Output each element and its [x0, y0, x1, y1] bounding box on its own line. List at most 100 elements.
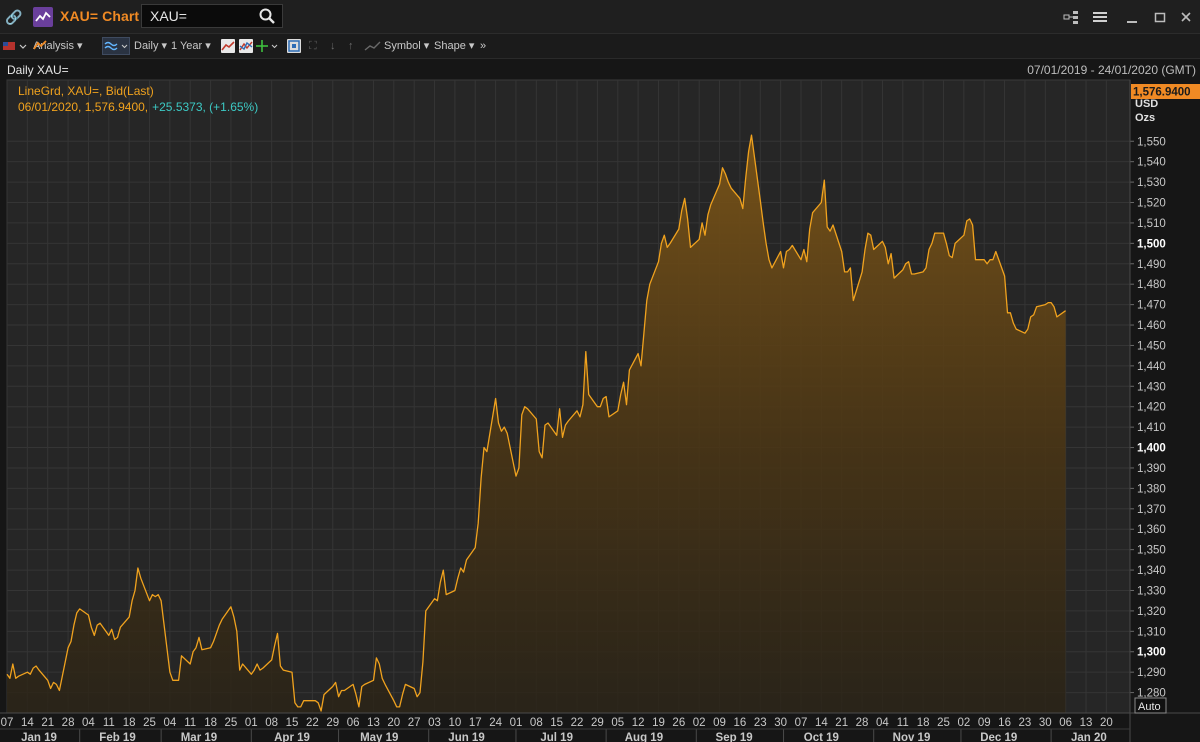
y-tick-label: 1,550	[1137, 136, 1166, 148]
y-tick-label: 1,540	[1137, 157, 1166, 169]
y-tick-label: 1,380	[1137, 483, 1166, 495]
x-tick-label: 13	[1080, 717, 1093, 729]
x-tick-label: 21	[835, 717, 848, 729]
x-tick-label: 16	[998, 717, 1011, 729]
x-tick-label: 11	[184, 717, 196, 729]
month-label: Feb 19	[99, 732, 135, 742]
month-label: May 19	[360, 732, 398, 742]
month-label: Oct 19	[804, 732, 839, 742]
x-tick-label: 07	[795, 717, 808, 729]
x-tick-label: 22	[571, 717, 584, 729]
x-tick-label: 30	[1039, 717, 1052, 729]
month-label: Jun 19	[448, 732, 484, 742]
x-tick-label: 18	[204, 717, 217, 729]
y-tick-label: 1,360	[1137, 524, 1166, 536]
x-tick-label: 25	[143, 717, 156, 729]
y-tick-label: 1,330	[1137, 585, 1166, 597]
legend-values: 06/01/2020, 1,576.9400, +25.5373, (+1.65%…	[18, 100, 258, 114]
x-tick-label: 16	[734, 717, 747, 729]
y-tick-label: 1,510	[1137, 218, 1166, 230]
x-tick-label: 06	[1059, 717, 1072, 729]
x-tick-label: 20	[1100, 717, 1113, 729]
legend-series-label: LineGrd, XAU=, Bid(Last)	[18, 84, 154, 98]
y-tick-label: 1,390	[1137, 463, 1166, 475]
price-chart[interactable]: 1,2801,2901,3001,3101,3201,3301,3401,350…	[0, 0, 1200, 742]
x-tick-label: 06	[347, 717, 360, 729]
month-label: Sep 19	[716, 732, 753, 742]
month-label: Jul 19	[540, 732, 573, 742]
y-tick-label: 1,370	[1137, 504, 1166, 516]
y-tick-label: 1,310	[1137, 626, 1166, 638]
x-tick-label: 07	[1, 717, 14, 729]
x-tick-label: 18	[917, 717, 930, 729]
x-tick-label: 08	[530, 717, 543, 729]
x-tick-label: 09	[978, 717, 991, 729]
month-label: Jan 19	[21, 732, 57, 742]
last-price-label: 1,576.9400	[1133, 87, 1191, 99]
x-tick-label: 25	[225, 717, 238, 729]
x-tick-label: 09	[713, 717, 726, 729]
x-tick-label: 13	[367, 717, 380, 729]
x-tick-label: 24	[489, 717, 502, 729]
x-tick-label: 28	[62, 717, 75, 729]
y-tick-label: 1,530	[1137, 177, 1166, 189]
y-tick-label: 1,440	[1137, 361, 1166, 373]
x-tick-label: 17	[469, 717, 482, 729]
y-tick-label: 1,410	[1137, 422, 1166, 434]
y-tick-label: 1,480	[1137, 279, 1166, 291]
x-tick-label: 05	[611, 717, 624, 729]
x-tick-label: 15	[550, 717, 563, 729]
x-tick-label: 30	[774, 717, 787, 729]
month-label: Nov 19	[893, 732, 931, 742]
x-tick-label: 21	[41, 717, 54, 729]
x-tick-label: 04	[163, 717, 176, 729]
x-tick-label: 03	[428, 717, 441, 729]
y-tick-label: 1,290	[1137, 667, 1166, 679]
x-tick-label: 04	[82, 717, 95, 729]
y-tick-label: 1,340	[1137, 565, 1166, 577]
month-label: Jan 20	[1071, 732, 1107, 742]
x-tick-label: 01	[245, 717, 258, 729]
y-tick-label: 1,500	[1137, 238, 1166, 250]
month-label: Mar 19	[181, 732, 217, 742]
x-tick-label: 27	[408, 717, 421, 729]
x-tick-label: 08	[265, 717, 278, 729]
legend-date-price: 06/01/2020, 1,576.9400,	[18, 100, 148, 114]
x-tick-label: 01	[510, 717, 523, 729]
x-tick-label: 02	[693, 717, 706, 729]
y-tick-label: 1,430	[1137, 381, 1166, 393]
x-tick-label: 29	[326, 717, 339, 729]
y-tick-label: 1,300	[1137, 647, 1166, 659]
y-tick-label: 1,450	[1137, 340, 1166, 352]
y-tick-label: 1,490	[1137, 259, 1166, 271]
x-tick-label: 12	[632, 717, 645, 729]
month-label: Apr 19	[274, 732, 310, 742]
x-tick-label: 22	[306, 717, 319, 729]
auto-scale-label: Auto	[1138, 701, 1161, 713]
currency-label: USD	[1135, 98, 1158, 110]
x-tick-label: 11	[103, 717, 115, 729]
x-tick-label: 11	[897, 717, 909, 729]
x-tick-label: 14	[21, 717, 34, 729]
x-tick-label: 25	[937, 717, 950, 729]
month-label: Dec 19	[980, 732, 1017, 742]
y-tick-label: 1,350	[1137, 545, 1166, 557]
y-tick-label: 1,520	[1137, 198, 1166, 210]
x-tick-label: 04	[876, 717, 889, 729]
x-tick-label: 23	[754, 717, 767, 729]
y-tick-label: 1,460	[1137, 320, 1166, 332]
x-tick-label: 19	[652, 717, 665, 729]
y-tick-label: 1,420	[1137, 402, 1166, 414]
month-label: Aug 19	[625, 732, 663, 742]
x-tick-label: 10	[448, 717, 461, 729]
x-tick-label: 02	[957, 717, 970, 729]
x-tick-label: 18	[123, 717, 136, 729]
y-tick-label: 1,400	[1137, 443, 1166, 455]
legend-change: +25.5373, (+1.65%)	[152, 100, 258, 114]
x-tick-label: 23	[1019, 717, 1032, 729]
y-axis: 1,2801,2901,3001,3101,3201,3301,3401,350…	[1130, 136, 1166, 700]
x-tick-label: 29	[591, 717, 604, 729]
y-tick-label: 1,470	[1137, 300, 1166, 312]
unit-label: Ozs	[1135, 112, 1155, 124]
x-tick-label: 26	[672, 717, 685, 729]
